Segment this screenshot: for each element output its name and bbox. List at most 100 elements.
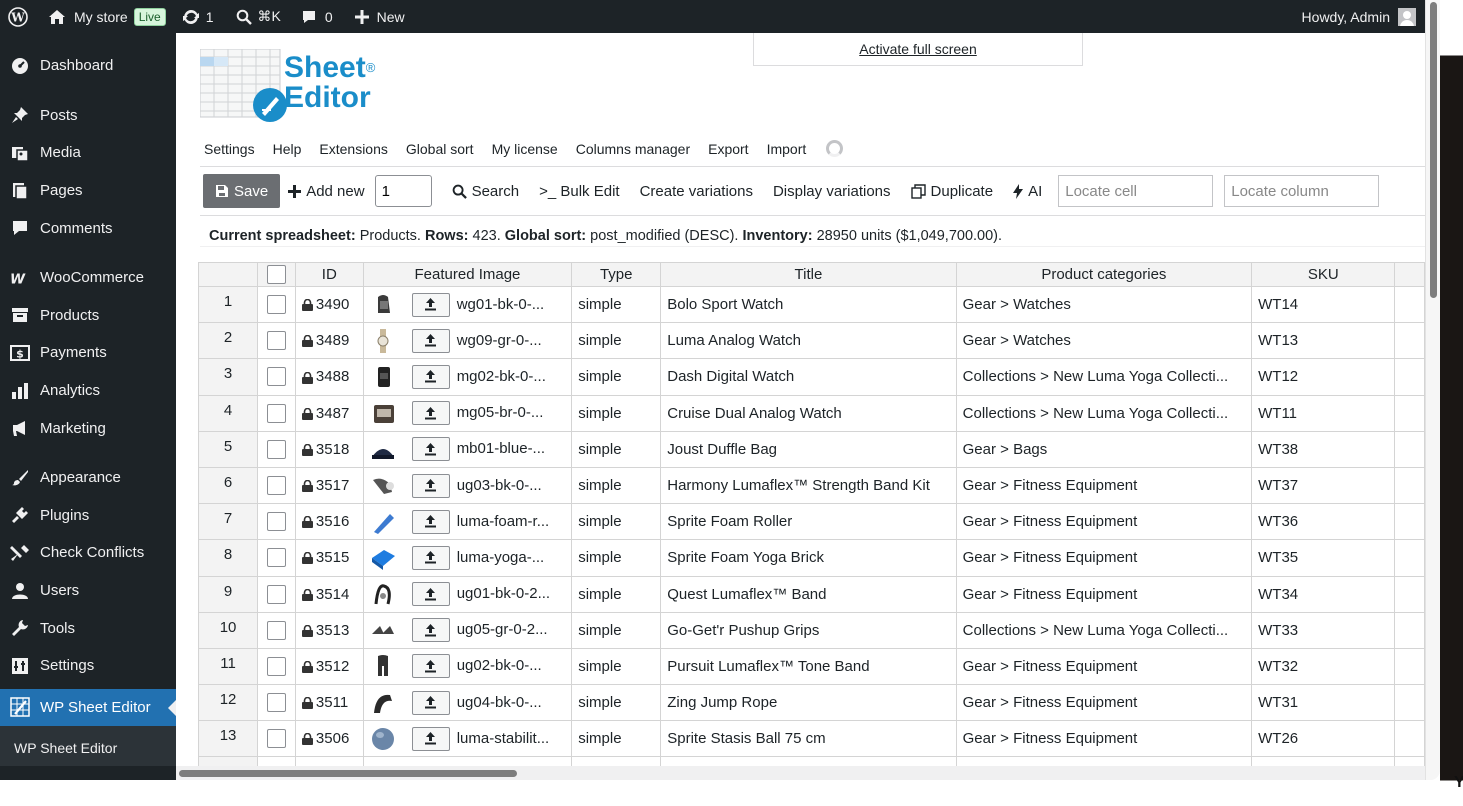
cell-product-categories[interactable]: Gear > Fitness Equipment (955, 503, 1253, 541)
cell-product-categories[interactable]: Collections > New Luma Yoga Collecti... (955, 358, 1253, 396)
cell-id[interactable]: 3517 (294, 466, 364, 505)
cell-sku[interactable]: WT12 (1251, 358, 1396, 396)
ai-button[interactable]: AI (1013, 183, 1042, 200)
cell-id[interactable]: 3515 (294, 539, 364, 577)
cell-sku[interactable]: WT34 (1251, 575, 1396, 613)
cell-id[interactable]: 3489 (294, 322, 364, 360)
column-header-product-categories[interactable]: Product categories (955, 262, 1253, 287)
cell-product-categories[interactable]: Gear > Fitness Equipment (955, 684, 1253, 722)
sidebar-item-posts[interactable]: Posts (0, 97, 176, 135)
column-header-sku[interactable]: SKU (1251, 262, 1396, 287)
cell-sku[interactable]: WT37 (1251, 466, 1396, 505)
cell-sku[interactable]: WT38 (1251, 430, 1396, 468)
sidebar-item-appearance[interactable]: Appearance (0, 459, 176, 497)
cell-sku[interactable]: WT31 (1251, 684, 1396, 722)
cell-product-categories[interactable]: Gear > Fitness Equipment (955, 575, 1253, 613)
cell-sku[interactable]: WT33 (1251, 611, 1396, 649)
row-checkbox[interactable] (267, 729, 287, 749)
sidebar-item-payments[interactable]: $ Payments (0, 334, 176, 372)
cell-type[interactable]: simple (571, 539, 662, 577)
cell-product-categories[interactable]: Gear > Fitness Equipment (955, 720, 1253, 758)
upload-button[interactable] (411, 509, 450, 534)
row-checkbox[interactable] (267, 367, 287, 387)
cell-id[interactable]: 3514 (294, 575, 364, 613)
cell-type[interactable]: simple (571, 647, 662, 686)
cell-type[interactable]: simple (571, 430, 662, 468)
cell-id[interactable]: 3513 (294, 611, 364, 649)
cell-featured-image[interactable]: wg09-gr-0-... (362, 322, 573, 360)
cell-product-categories[interactable]: Gear > Watches (955, 285, 1253, 324)
new-content-link[interactable]: New (341, 0, 413, 33)
cell-title[interactable]: Harmony Lumaflex™ Strength Band Kit (660, 466, 957, 505)
cell-title[interactable]: Go-Get'r Pushup Grips (660, 611, 957, 649)
site-name-link[interactable]: My store Live (36, 0, 174, 33)
row-checkbox[interactable] (267, 295, 287, 315)
cell-featured-image[interactable]: ug04-bk-0-... (362, 684, 573, 722)
cell-featured-image[interactable]: ug05-gr-0-2... (362, 611, 573, 649)
cell-featured-image[interactable]: ug03-bk-0-... (362, 466, 573, 505)
cell-type[interactable]: simple (571, 720, 662, 758)
cell-title[interactable]: Bolo Sport Watch (660, 285, 957, 324)
cell-id[interactable]: 3518 (294, 430, 364, 468)
cell-featured-image[interactable]: ug02-bk-0-... (362, 647, 573, 686)
cell-type[interactable]: simple (571, 466, 662, 505)
sidebar-item-products[interactable]: Products (0, 297, 176, 335)
cell-sku[interactable]: WT32 (1251, 647, 1396, 686)
cell-product-categories[interactable]: Collections > New Luma Yoga Collecti... (955, 611, 1253, 649)
cell-id[interactable]: 3516 (294, 503, 364, 541)
upload-button[interactable] (411, 545, 450, 570)
cell-sku[interactable]: WT26 (1251, 720, 1396, 758)
cell-featured-image[interactable]: mg02-bk-0-... (362, 358, 573, 396)
cell-type[interactable]: simple (571, 684, 662, 722)
cell-product-categories[interactable]: Gear > Fitness Equipment (955, 539, 1253, 577)
cell-featured-image[interactable]: mg05-br-0-... (362, 394, 573, 432)
cell-title[interactable]: Pursuit Lumaflex™ Tone Band (660, 647, 957, 686)
bulk-edit-button[interactable]: >_ Bulk Edit (539, 183, 619, 200)
sidebar-item-comments[interactable]: Comments (0, 209, 176, 247)
menu-import[interactable]: Import (767, 141, 807, 157)
menu-extensions[interactable]: Extensions (319, 141, 387, 157)
menu-export[interactable]: Export (708, 141, 748, 157)
row-checkbox[interactable] (267, 439, 287, 459)
menu-help[interactable]: Help (273, 141, 302, 157)
cell-type[interactable]: simple (571, 575, 662, 613)
cell-type[interactable]: simple (571, 611, 662, 649)
sidebar-item-marketing[interactable]: Marketing (0, 409, 176, 447)
row-checkbox[interactable] (267, 512, 287, 532)
upload-button[interactable] (411, 328, 450, 353)
cell-featured-image[interactable]: luma-foam-r... (362, 503, 573, 541)
my-account[interactable]: Howdy, Admin (1302, 7, 1440, 26)
duplicate-button[interactable]: Duplicate (910, 183, 993, 200)
locate-column-input[interactable] (1224, 175, 1380, 207)
cell-title[interactable]: Sprite Foam Roller (660, 503, 957, 541)
cell-id[interactable]: 3506 (294, 720, 364, 758)
upload-button[interactable] (411, 654, 450, 679)
row-checkbox[interactable] (267, 476, 287, 496)
row-checkbox[interactable] (267, 693, 287, 713)
cell-title[interactable]: Sprite Foam Yoga Brick (660, 539, 957, 577)
cell-sku[interactable]: WT14 (1251, 285, 1396, 324)
row-checkbox[interactable] (267, 620, 287, 640)
sidebar-item-check-conflicts[interactable]: Check Conflicts (0, 534, 176, 572)
activate-full-screen-link[interactable]: Activate full screen (859, 41, 977, 57)
scrollbar-thumb[interactable] (1430, 2, 1437, 298)
cell-featured-image[interactable]: ug01-bk-0-2... (362, 575, 573, 613)
select-all-checkbox[interactable] (267, 265, 287, 284)
upload-button[interactable] (411, 582, 450, 607)
cell-sku[interactable]: WT35 (1251, 539, 1396, 577)
vertical-scrollbar[interactable] (1425, 0, 1440, 780)
cell-sku[interactable]: WT11 (1251, 394, 1396, 432)
cell-type[interactable]: simple (571, 322, 662, 360)
sidebar-item-media[interactable]: Media (0, 134, 176, 172)
upload-button[interactable] (411, 292, 450, 317)
wordpress-logo-icon[interactable]: W (0, 0, 36, 33)
cell-sku[interactable]: WT36 (1251, 503, 1396, 541)
cell-title[interactable]: Joust Duffle Bag (660, 430, 957, 468)
cell-product-categories[interactable]: Gear > Watches (955, 322, 1253, 360)
cell-id[interactable]: 3490 (294, 285, 364, 324)
menu-my-license[interactable]: My license (492, 141, 558, 157)
cell-title[interactable]: Sprite Stasis Ball 75 cm (660, 720, 957, 758)
sidebar-item-plugins[interactable]: Plugins (0, 497, 176, 535)
cell-product-categories[interactable]: Gear > Fitness Equipment (955, 466, 1253, 505)
cell-type[interactable]: simple (571, 285, 662, 324)
